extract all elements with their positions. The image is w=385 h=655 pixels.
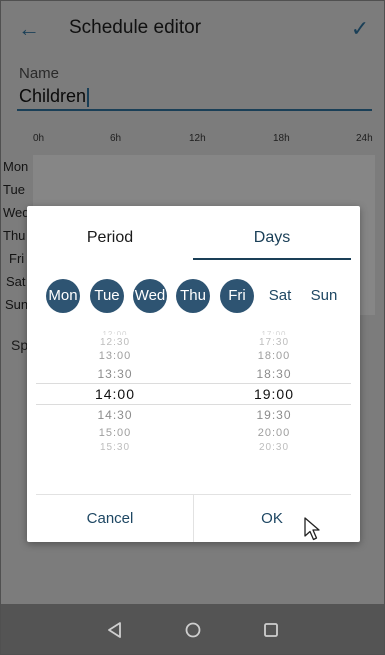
picker-value: 13:30 <box>97 367 133 381</box>
picker-value: 15:30 <box>99 442 131 453</box>
end-time-picker[interactable]: 17:00 17:30 18:00 18:30 19:00 19:30 20:0… <box>234 330 314 458</box>
back-arrow-icon[interactable]: ← <box>15 15 43 43</box>
day-toggle-wed[interactable]: Wed <box>133 279 167 313</box>
hour-label: 18h <box>273 133 290 144</box>
hour-axis: 0h 6h 12h 18h 24h <box>1 133 384 147</box>
day-toggle-tue[interactable]: Tue <box>90 279 124 313</box>
day-toggle-sun[interactable]: Sun <box>307 279 341 313</box>
picker-value: 20:30 <box>258 442 290 453</box>
picker-value-faded: 12:00 <box>102 330 128 335</box>
page-title: Schedule editor <box>69 17 202 38</box>
app-bar: ← Schedule editor ✓ <box>1 1 384 57</box>
nav-back-icon[interactable] <box>105 620 125 640</box>
day-label: Sun <box>5 297 29 312</box>
picker-value: 20:00 <box>257 427 291 439</box>
partial-label: Sp <box>11 337 29 353</box>
day-toggle-thu[interactable]: Thu <box>176 279 210 313</box>
picker-value: 18:30 <box>256 367 292 381</box>
day-label: Mon <box>3 159 29 174</box>
day-toggle-sat[interactable]: Sat <box>263 279 297 313</box>
start-time-picker[interactable]: 12:00 12:30 13:00 13:30 14:00 14:30 15:0… <box>75 330 155 458</box>
weekday-selector: Mon Tue Wed Thu Fri Sat Sun <box>27 279 360 313</box>
picker-value: 15:00 <box>98 427 132 439</box>
nav-recents-icon[interactable] <box>261 620 281 640</box>
name-input-value: Children <box>19 86 87 106</box>
day-label: Sat <box>6 274 26 289</box>
day-label: Thu <box>3 228 26 243</box>
picker-value-faded: 17:00 <box>261 330 287 335</box>
name-input[interactable]: Children <box>17 83 372 111</box>
tab-period[interactable]: Period <box>27 206 193 260</box>
picker-value: 12:30 <box>99 337 131 348</box>
name-label: Name <box>19 65 60 82</box>
day-toggle-fri[interactable]: Fri <box>220 279 254 313</box>
period-dialog: Period Days Mon Tue Wed Thu Fri Sat Sun … <box>27 206 360 542</box>
hour-label: 24h <box>356 133 373 144</box>
cancel-button[interactable]: Cancel <box>27 495 193 542</box>
text-caret <box>87 87 90 107</box>
day-toggle-mon[interactable]: Mon <box>46 279 80 313</box>
picker-value: 13:00 <box>98 350 132 362</box>
day-label: Fri <box>9 251 25 266</box>
picker-value: 17:30 <box>258 337 290 348</box>
hour-label: 6h <box>110 133 122 144</box>
picker-value: 14:30 <box>97 408 133 422</box>
picker-value: 18:00 <box>257 350 291 362</box>
day-label: Wed <box>3 205 30 220</box>
picker-value: 19:30 <box>256 408 292 422</box>
ok-button[interactable]: OK <box>194 495 350 542</box>
nav-home-icon[interactable] <box>183 620 203 640</box>
mouse-cursor-icon <box>304 517 320 541</box>
picker-value-selected: 19:00 <box>253 386 295 402</box>
system-nav-bar <box>1 604 384 654</box>
picker-value-selected: 14:00 <box>94 386 136 402</box>
tab-days[interactable]: Days <box>193 206 351 260</box>
tab-indicator <box>193 258 351 260</box>
hour-label: 12h <box>189 133 206 144</box>
hour-label: 0h <box>33 133 45 144</box>
screen: ← Schedule editor ✓ Name Children 0h 6h … <box>0 0 385 655</box>
save-check-icon[interactable]: ✓ <box>346 15 374 43</box>
day-label: Tue <box>3 182 25 197</box>
